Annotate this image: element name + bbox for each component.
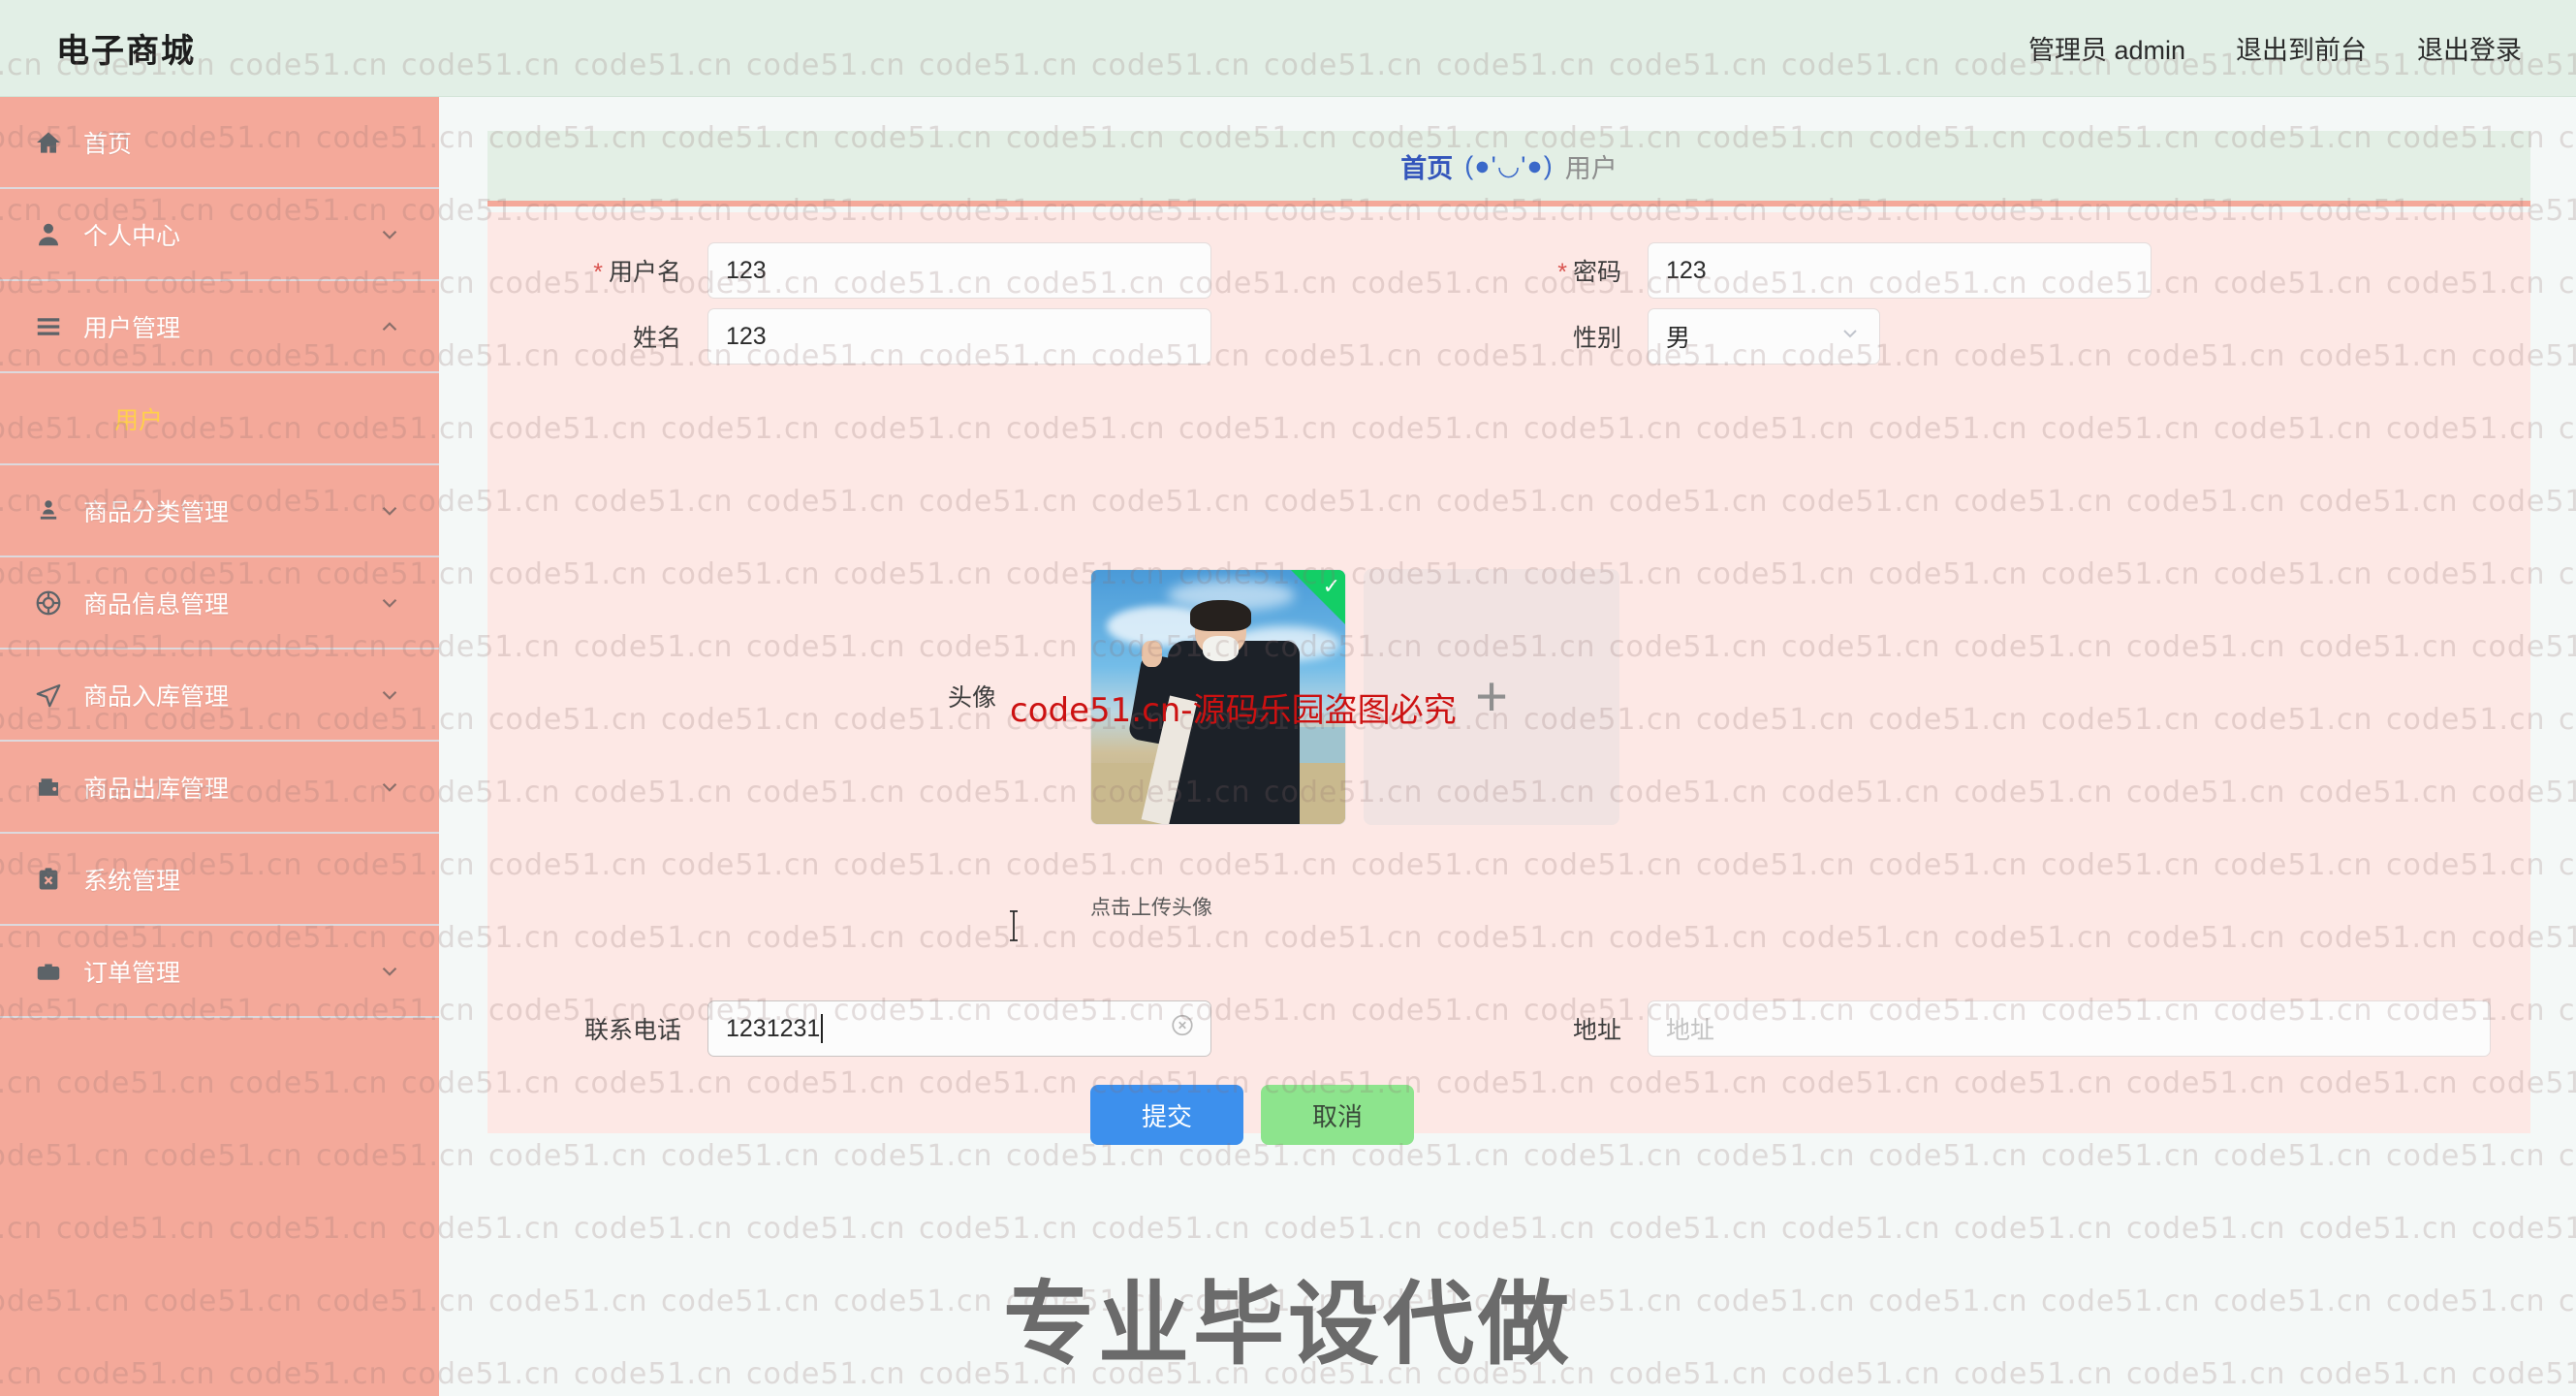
wallet-icon [29, 768, 68, 807]
briefcase-icon [29, 952, 68, 991]
sidebar-item-home[interactable]: 首页 [0, 97, 439, 189]
phone-label: 联系电话 [583, 1017, 681, 1044]
navigation-icon [29, 676, 68, 714]
chevron-up-icon [377, 314, 402, 339]
plus-icon: + [1475, 665, 1508, 728]
sidebar-item-label: 订单管理 [83, 959, 181, 987]
sidebar-item-label: 个人中心 [83, 222, 181, 250]
sidebar-subitem-label: 用户 [114, 406, 164, 434]
phone-input[interactable]: 1231231 [707, 1000, 1211, 1057]
required-star-icon: * [1557, 259, 1567, 286]
password-input[interactable]: 123 [1648, 242, 2152, 299]
realname-label: 姓名 [632, 325, 681, 352]
top-nav: 管理员 admin 退出到前台 退出登录 [2028, 29, 2522, 67]
field-username: * 用户名 123 [458, 242, 1447, 299]
chevron-down-icon [377, 498, 402, 524]
field-password: * 密码 123 [1476, 242, 2503, 299]
gender-value: 男 [1666, 325, 1691, 352]
person-stamp-icon [29, 492, 68, 530]
breadcrumb-separator-icon: (●'◡'●) [1464, 150, 1554, 180]
chevron-down-icon [377, 775, 402, 800]
field-gender: 性别 男 [1476, 308, 2503, 365]
required-star-icon: * [593, 259, 603, 286]
sidebar-item-label: 系统管理 [83, 867, 181, 895]
list-icon [29, 307, 68, 346]
sidebar-item-stock-in-management[interactable]: 商品入库管理 [0, 650, 439, 742]
username-value: 123 [726, 256, 767, 284]
sidebar-subitem-user[interactable]: 用户 [0, 373, 439, 465]
photo-mask [1203, 636, 1239, 662]
sidebar-item-stock-out-management[interactable]: 商品出库管理 [0, 742, 439, 834]
admin-user-label[interactable]: 管理员 admin [2028, 29, 2185, 67]
submit-button[interactable]: 提交 [1090, 1085, 1243, 1145]
breadcrumb-home-link[interactable]: 首页 [1400, 147, 1453, 185]
clear-icon[interactable] [1170, 1013, 1195, 1045]
sidebar-item-label: 用户管理 [83, 314, 181, 342]
gender-select[interactable]: 男 [1648, 308, 1880, 365]
phone-value: 1231231 [726, 1014, 821, 1042]
sidebar-item-label: 商品出库管理 [83, 775, 230, 803]
address-input[interactable]: 地址 [1648, 1000, 2491, 1057]
logout-link[interactable]: 退出登录 [2417, 29, 2522, 67]
realname-value: 123 [726, 322, 767, 350]
top-header-bar: 电子商城 管理员 admin 退出到前台 退出登录 [0, 0, 2576, 97]
avatar-label: 头像 [948, 684, 997, 712]
gender-label: 性别 [1572, 325, 1621, 352]
breadcrumb: 首页 (●'◡'●) 用户 [487, 131, 2530, 206]
sidebar-item-order-management[interactable]: 订单管理 [0, 926, 439, 1018]
sidebar-item-label: 商品入库管理 [83, 682, 230, 711]
home-icon [29, 123, 68, 162]
cancel-button[interactable]: 取消 [1261, 1085, 1414, 1145]
breadcrumb-current: 用户 [1564, 153, 1618, 183]
address-placeholder: 地址 [1666, 1017, 1715, 1044]
field-phone: 联系电话 1231231 [458, 1000, 1447, 1057]
form-actions: 提交 取消 [1090, 1085, 1414, 1145]
realname-input[interactable]: 123 [707, 308, 1211, 365]
sidebar-nav: 首页 个人中心 用户管理 用户 商品分类管理 商品信息管理 商品入库管理 商品出… [0, 97, 439, 1396]
avatar-upload-hint: 点击上传头像 [1090, 897, 1212, 919]
check-icon: ✓ [1322, 574, 1340, 598]
sidebar-item-label: 商品信息管理 [83, 590, 230, 619]
chevron-down-icon [377, 590, 402, 616]
mouse-cursor-ibeam [1005, 909, 1022, 947]
text-caret [821, 1014, 824, 1043]
address-label: 地址 [1572, 1017, 1621, 1044]
chevron-down-icon [377, 959, 402, 984]
username-input[interactable]: 123 [707, 242, 1211, 299]
password-value: 123 [1666, 256, 1707, 284]
field-realname: 姓名 123 [458, 308, 1447, 365]
field-address: 地址 地址 [1476, 1000, 2503, 1057]
exit-to-front-link[interactable]: 退出到前台 [2236, 29, 2367, 67]
sidebar-item-label: 商品分类管理 [83, 498, 230, 526]
sidebar-item-system-management[interactable]: 系统管理 [0, 834, 439, 926]
sidebar-item-label: 首页 [83, 130, 133, 158]
chevron-down-icon [377, 222, 402, 247]
red-watermark-notice: code51.cn-源码乐园盗图必究 [1010, 691, 1457, 730]
sidebar-item-personal-center[interactable]: 个人中心 [0, 189, 439, 281]
big-bottom-watermark: 专业毕设代做 [1002, 1273, 1573, 1375]
clipboard-x-icon [29, 860, 68, 899]
user-icon [29, 215, 68, 254]
chevron-down-icon [377, 682, 402, 708]
chevron-down-icon [1838, 322, 1862, 352]
main-content-area: 首页 (●'◡'●) 用户 * 用户名 123 * 密码 123 姓名 123 性别… [439, 97, 2576, 1396]
password-label: * 密码 [1557, 259, 1621, 286]
sidebar-item-category-management[interactable]: 商品分类管理 [0, 465, 439, 557]
app-brand-title: 电子商城 [56, 33, 196, 70]
sidebar-item-user-management[interactable]: 用户管理 [0, 281, 439, 373]
photo-hair [1190, 600, 1252, 631]
target-icon [29, 584, 68, 622]
sidebar-item-product-info-management[interactable]: 商品信息管理 [0, 557, 439, 650]
username-label: * 用户名 [593, 259, 681, 286]
photo-hand [1142, 641, 1163, 667]
